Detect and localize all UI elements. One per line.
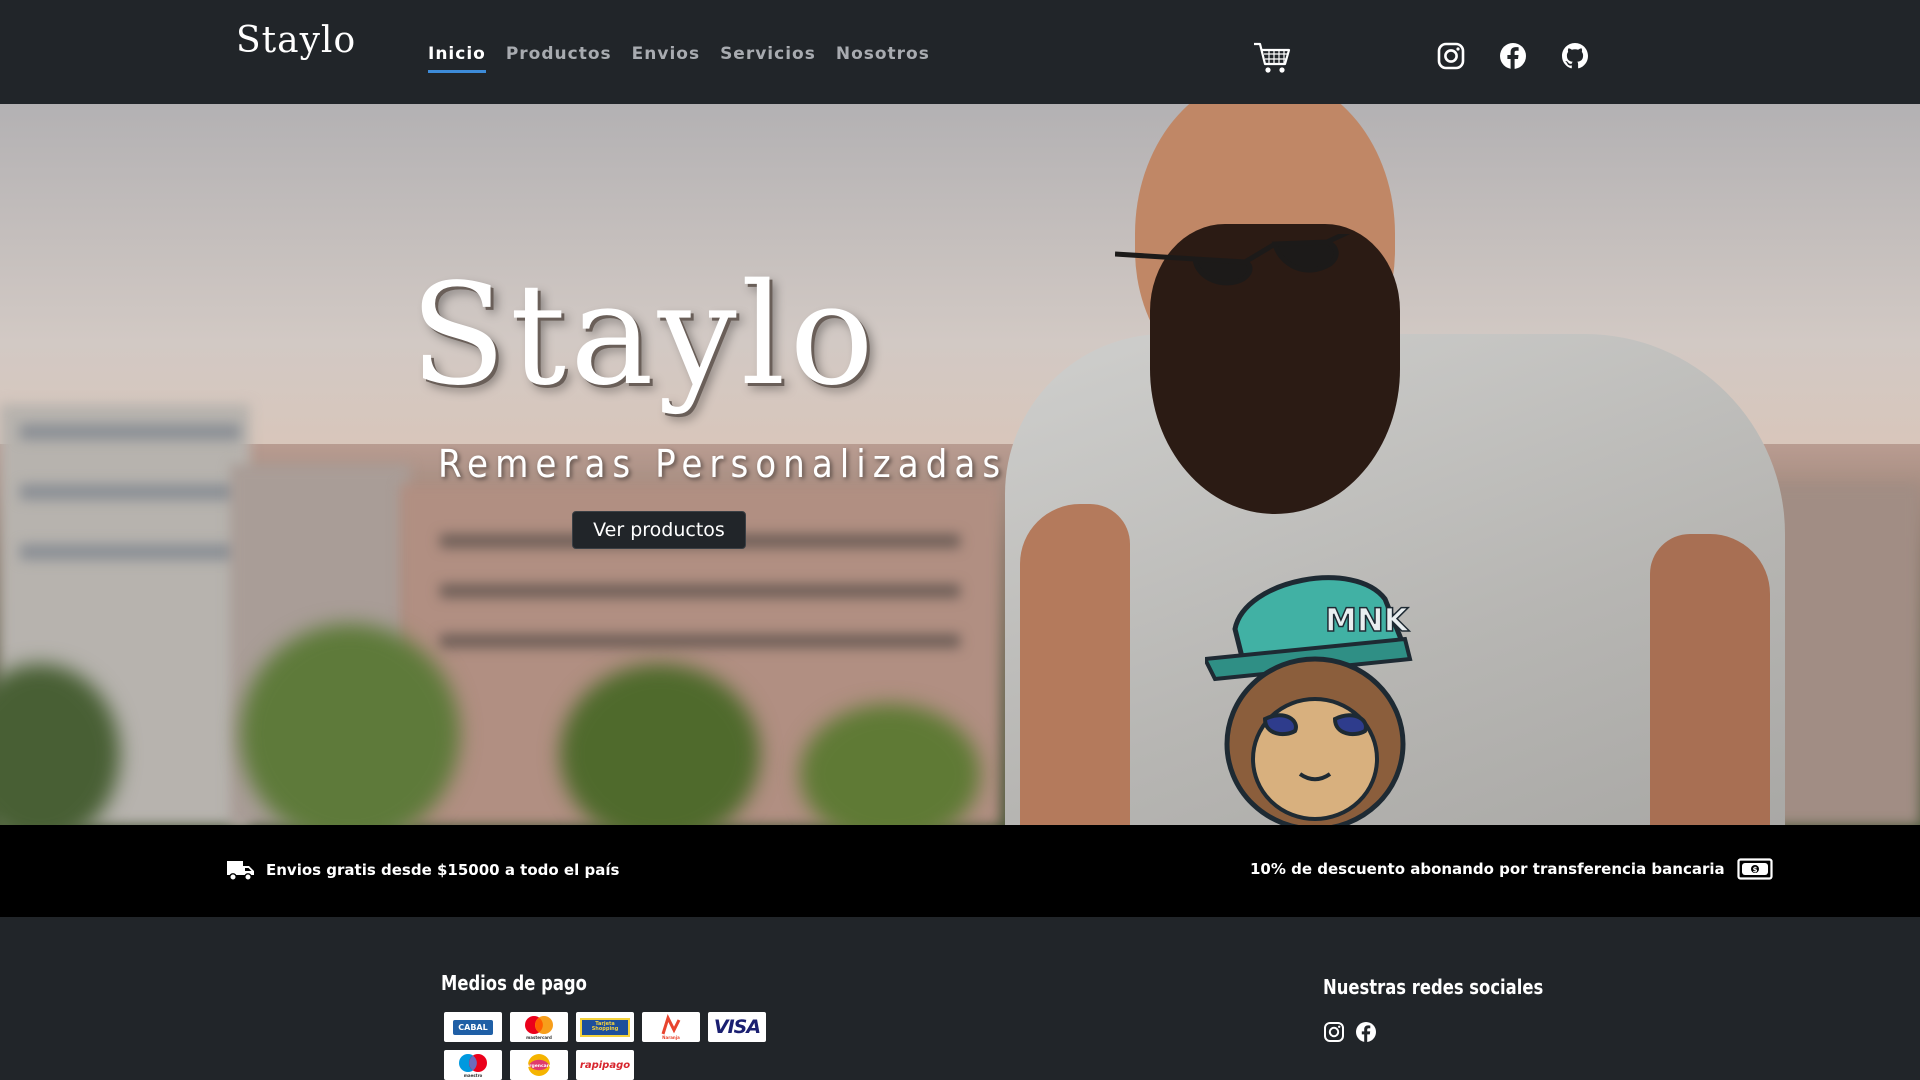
hero-title: Staylo [410,254,878,417]
main-nav: Inicio Productos Envios Servicios Nosotr… [428,44,930,73]
facebook-icon[interactable] [1498,41,1528,71]
mastercard-logo: mastercard [510,1012,568,1042]
hero-subtitle: Remeras Personalizadas [438,442,1008,486]
free-shipping-text: Envios gratis desde $15000 a todo el paí… [266,861,620,879]
monkey-print-graphic: MNK [1205,575,1413,825]
shirt-print-text: MNK [1325,601,1410,639]
free-shipping-notice: Envios gratis desde $15000 a todo el paí… [226,858,619,882]
cabal-logo: CABAL [444,1012,502,1042]
money-icon: $ [1737,858,1773,880]
naranja-logo: Naranja [642,1012,700,1042]
svg-text:$: $ [1752,866,1757,874]
footer: Medios de pago CABAL mastercard Tarjeta … [0,917,1920,1080]
svg-text:maestro: maestro [464,1073,483,1078]
tarjeta-shopping-logo: Tarjeta Shopping [576,1012,634,1042]
hero-banner: MNK Staylo Remeras Personalizadas Ver pr… [0,104,1920,825]
nav-link-inicio[interactable]: Inicio [428,44,486,73]
nav-link-envios[interactable]: Envios [632,44,700,73]
nav-link-productos[interactable]: Productos [506,44,612,73]
facebook-icon[interactable] [1355,1021,1377,1043]
cart-icon[interactable] [1252,40,1292,76]
discount-text: 10% de descuento abonando por transferen… [1250,860,1725,878]
truck-icon [227,861,254,881]
navbar: Staylo Inicio Productos Envios Servicios… [0,0,1920,104]
sunglasses-graphic [1115,234,1351,286]
maestro-logo: maestro [444,1050,502,1080]
github-icon[interactable] [1560,41,1590,71]
svg-text:Argencard: Argencard [526,1063,552,1069]
argencard-logo: Argencard [510,1050,568,1080]
promo-bar: Envios gratis desde $15000 a todo el paí… [0,825,1920,917]
discount-notice: 10% de descuento abonando por transferen… [1250,858,1773,880]
visa-logo: VISA [708,1012,766,1042]
payment-methods-grid: CABAL mastercard Tarjeta Shopping Naranj… [444,1012,766,1080]
rapipago-logo: rapipago [576,1050,634,1080]
svg-text:Naranja: Naranja [662,1035,680,1040]
nav-link-nosotros[interactable]: Nosotros [836,44,930,73]
instagram-icon[interactable] [1323,1021,1345,1043]
view-products-button[interactable]: Ver productos [572,511,746,549]
svg-text:mastercard: mastercard [526,1035,552,1040]
nav-link-servicios[interactable]: Servicios [720,44,816,73]
social-networks-title: Nuestras redes sociales [1323,975,1544,999]
brand-logo[interactable]: Staylo [236,20,356,61]
payment-methods-title: Medios de pago [441,971,587,995]
instagram-icon[interactable] [1436,41,1466,71]
